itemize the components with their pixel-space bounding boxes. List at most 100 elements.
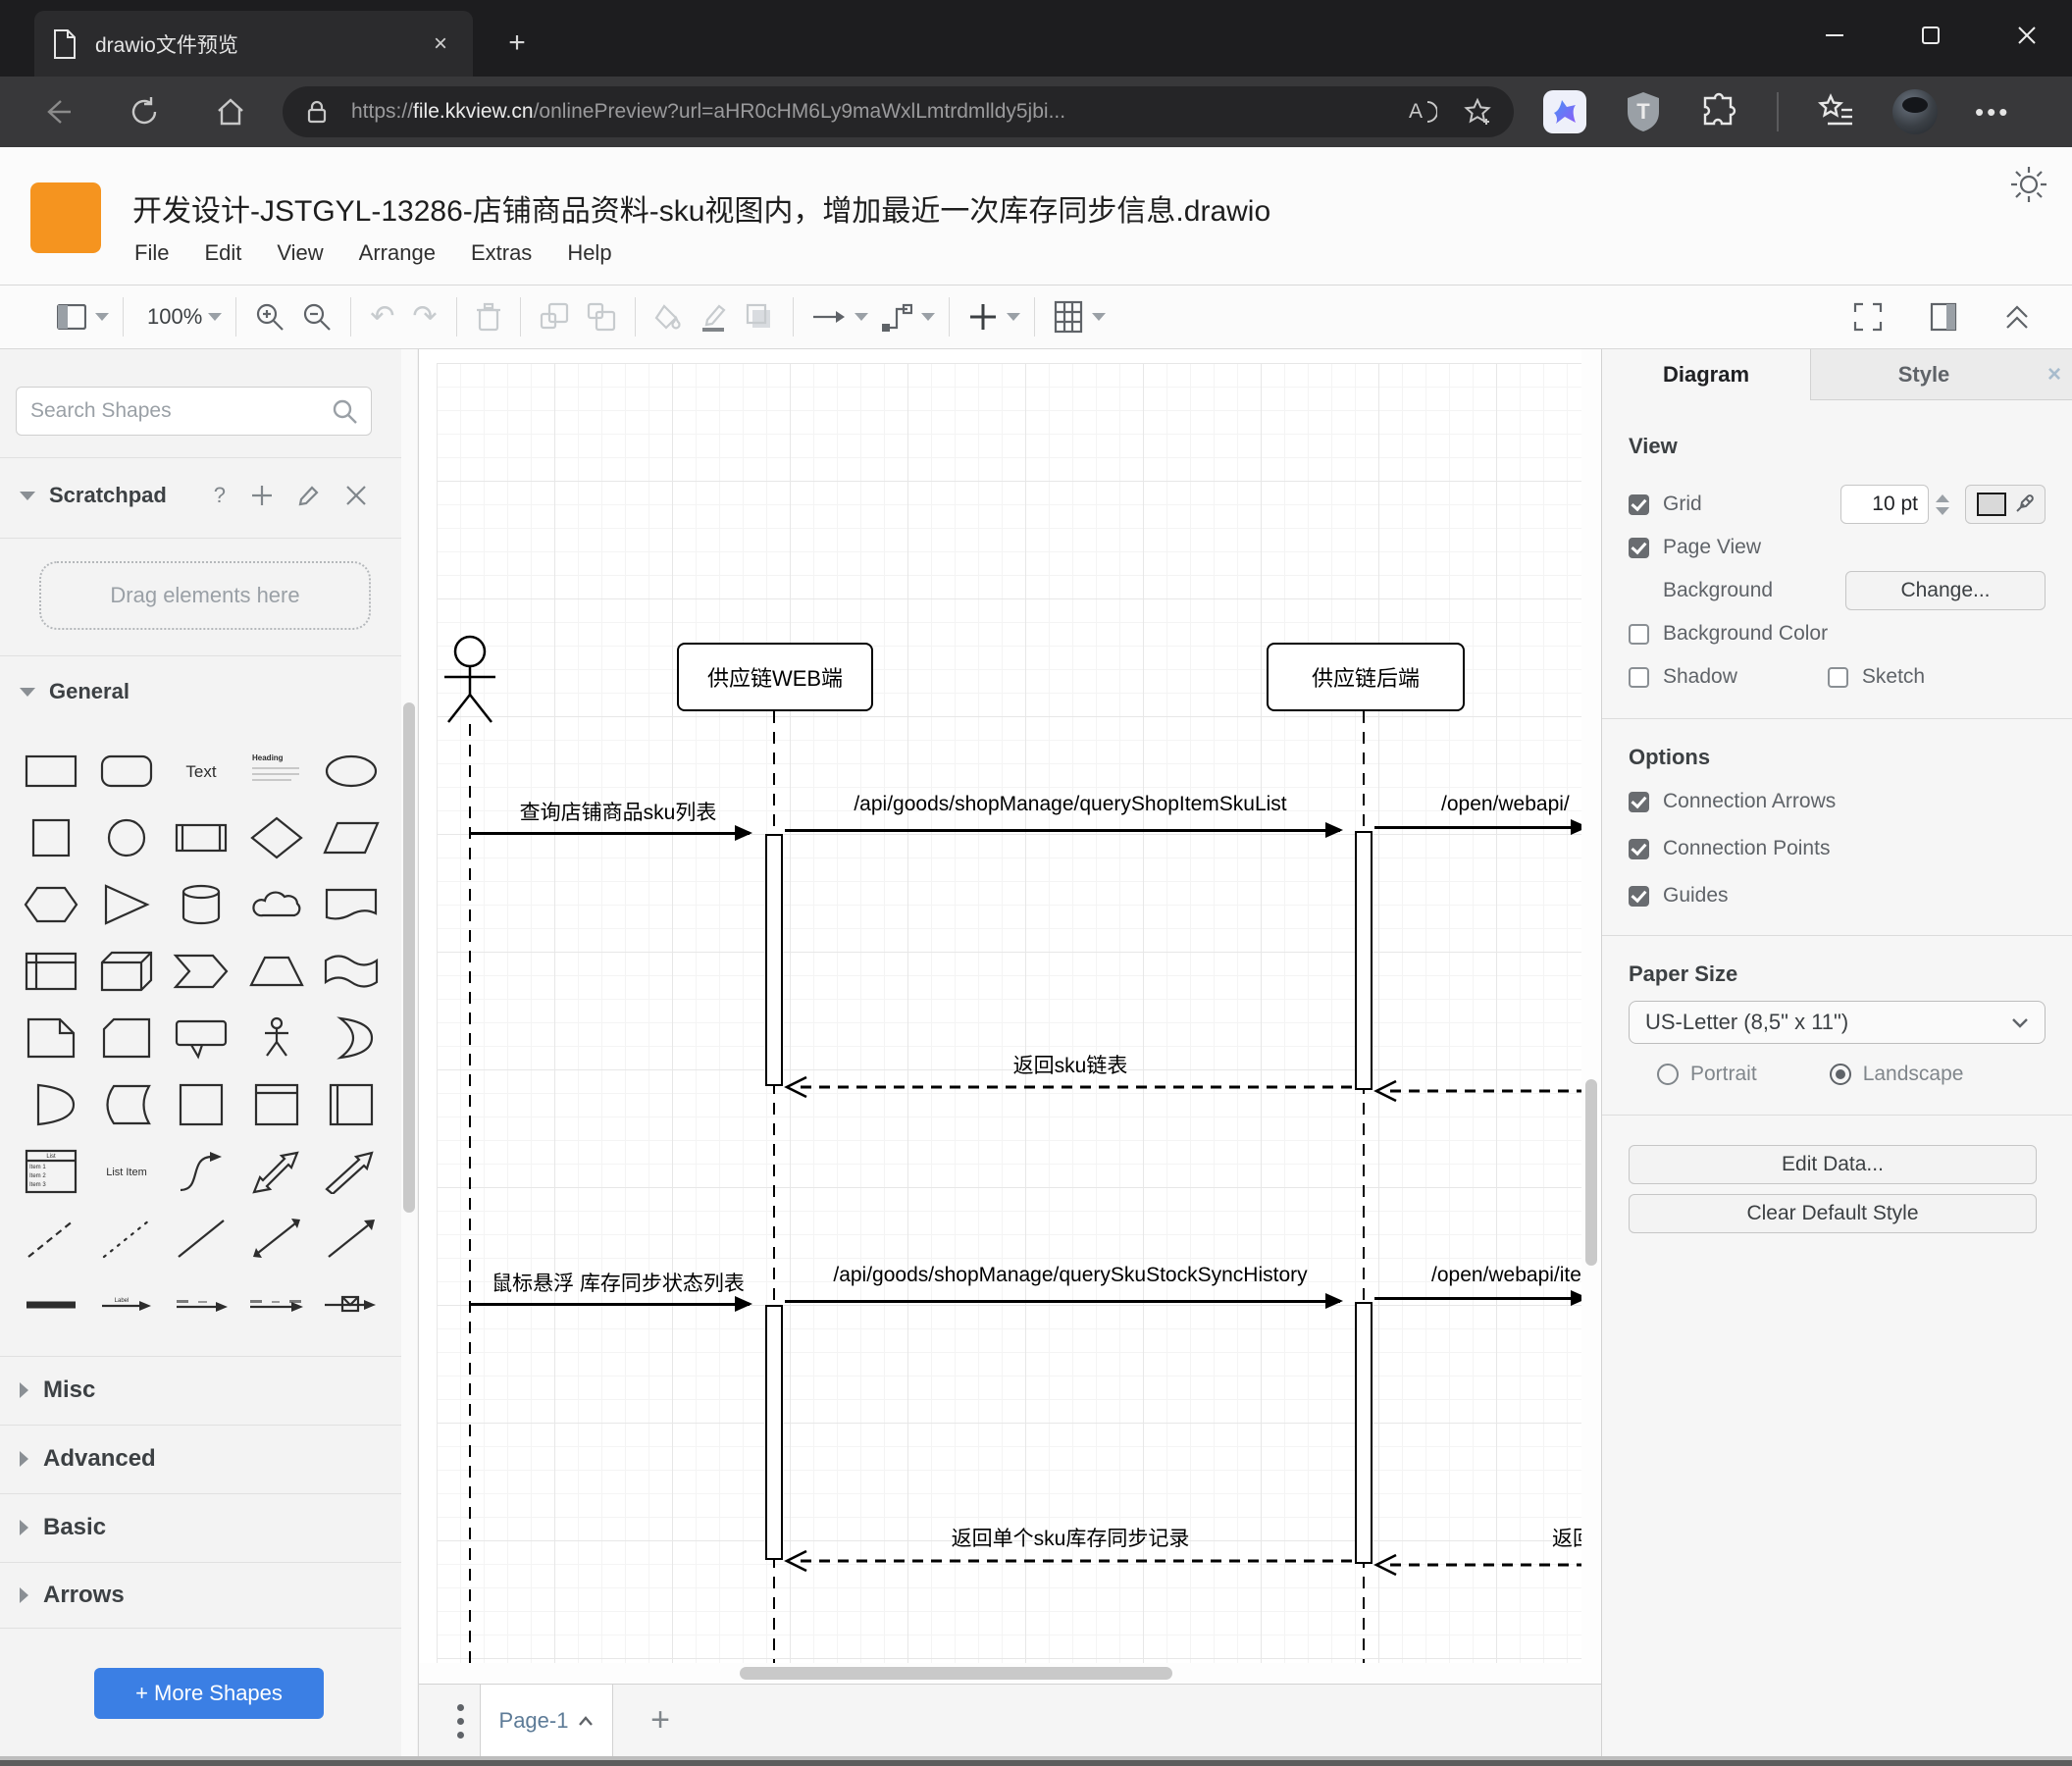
- table-icon[interactable]: [1054, 300, 1083, 334]
- shape-card[interactable]: [91, 1005, 162, 1071]
- sidebar-scrollbar-thumb[interactable]: [403, 702, 415, 1213]
- shape-ellipse[interactable]: [316, 738, 387, 805]
- view-panels-caret-icon[interactable]: [95, 313, 109, 321]
- change-background-button[interactable]: Change...: [1845, 571, 2046, 610]
- activation-bar[interactable]: [765, 1305, 783, 1560]
- panel-close-icon[interactable]: ×: [2037, 349, 2072, 400]
- shape-parallelogram[interactable]: [316, 805, 387, 871]
- message-arrow[interactable]: [785, 822, 1343, 838]
- fill-color-icon[interactable]: [654, 302, 682, 332]
- favorite-star-icon[interactable]: [1463, 97, 1492, 127]
- browser-menu-icon[interactable]: •••: [1975, 97, 2010, 128]
- menu-view[interactable]: View: [277, 240, 323, 266]
- sketch-checkbox[interactable]: [1827, 666, 1848, 688]
- menu-file[interactable]: File: [134, 240, 169, 266]
- shape-note[interactable]: [16, 1005, 86, 1071]
- pages-menu-icon[interactable]: [440, 1698, 480, 1743]
- shape-actor[interactable]: [241, 1005, 312, 1071]
- zoom-level[interactable]: 100%: [147, 304, 202, 330]
- lifeline-actor[interactable]: [469, 724, 471, 1663]
- theme-sun-icon[interactable]: [2009, 165, 2048, 204]
- page-tab[interactable]: Page-1: [480, 1685, 613, 1756]
- connection-arrows-checkbox[interactable]: [1629, 791, 1649, 812]
- canvas-horizontal-scrollbar-thumb[interactable]: [740, 1667, 1172, 1680]
- tab-style[interactable]: Style: [1811, 349, 2037, 400]
- connection-points-checkbox[interactable]: [1629, 838, 1649, 859]
- window-maximize-button[interactable]: [1903, 8, 1958, 63]
- url-bar[interactable]: https://file.kkview.cn/onlinePreview?url…: [283, 86, 1514, 137]
- add-page-button[interactable]: +: [639, 1698, 682, 1743]
- shape-list[interactable]: List Item 1 Item 2 Item 3: [16, 1138, 86, 1205]
- menu-help[interactable]: Help: [567, 240, 611, 266]
- message-arrow[interactable]: [1374, 819, 1588, 835]
- return-arrow[interactable]: [783, 1549, 1357, 1573]
- shape-labeled-arrow[interactable]: Label: [91, 1272, 162, 1338]
- insert-caret-icon[interactable]: [1006, 313, 1020, 321]
- section-basic[interactable]: Basic: [0, 1493, 402, 1560]
- shape-cube[interactable]: [91, 938, 162, 1005]
- grid-size-stepper[interactable]: [1932, 485, 1953, 524]
- section-general[interactable]: General: [0, 673, 402, 710]
- read-aloud-icon[interactable]: A: [1409, 100, 1437, 124]
- window-minimize-button[interactable]: [1807, 8, 1862, 63]
- waypoints-icon[interactable]: [881, 301, 912, 333]
- guides-checkbox[interactable]: [1629, 885, 1649, 907]
- activation-bar[interactable]: [1355, 831, 1373, 1090]
- tampermonkey-shield-icon[interactable]: T: [1624, 90, 1663, 133]
- edit-data-button[interactable]: Edit Data...: [1629, 1145, 2037, 1184]
- extensions-puzzle-icon[interactable]: [1700, 92, 1739, 131]
- shape-bidirectional-connector[interactable]: [241, 1205, 312, 1272]
- undo-icon[interactable]: ↶: [370, 302, 394, 332]
- shape-step[interactable]: [166, 938, 236, 1005]
- shape-cloud[interactable]: [241, 871, 312, 938]
- message-arrow[interactable]: [785, 1293, 1343, 1309]
- scratchpad-edit-icon[interactable]: [298, 485, 320, 506]
- shape-internal-storage[interactable]: [16, 938, 86, 1005]
- shape-cylinder[interactable]: [166, 871, 236, 938]
- shape-square[interactable]: [16, 805, 86, 871]
- section-arrows[interactable]: Arrows: [0, 1562, 402, 1629]
- collapse-icon[interactable]: [2004, 303, 2030, 331]
- shape-source-label-arrow[interactable]: [166, 1272, 236, 1338]
- collections-icon[interactable]: [1816, 92, 1855, 131]
- connection-caret-icon[interactable]: [854, 313, 868, 321]
- return-arrow[interactable]: [1373, 1079, 1584, 1103]
- fullscreen-icon[interactable]: [1853, 302, 1883, 332]
- return-arrow[interactable]: [1373, 1553, 1584, 1577]
- section-misc[interactable]: Misc: [0, 1356, 402, 1423]
- browser-tab[interactable]: drawio文件预览 ×: [34, 11, 473, 77]
- shape-dotted-line[interactable]: [91, 1205, 162, 1272]
- tab-diagram[interactable]: Diagram: [1602, 349, 1811, 400]
- grid-checkbox[interactable]: [1629, 493, 1649, 515]
- shape-trapezoid[interactable]: [241, 938, 312, 1005]
- shape-document[interactable]: [316, 871, 387, 938]
- avatar[interactable]: [1892, 89, 1938, 134]
- shape-directional-connector[interactable]: [316, 1205, 387, 1272]
- activation-bar[interactable]: [765, 834, 783, 1086]
- shape-rounded-rectangle[interactable]: [91, 738, 162, 805]
- thunder-extension-icon[interactable]: [1543, 90, 1586, 133]
- shape-triangle[interactable]: [91, 871, 162, 938]
- shape-arrow-outline[interactable]: [316, 1138, 387, 1205]
- portrait-radio[interactable]: [1657, 1064, 1679, 1085]
- shadow-icon[interactable]: [745, 302, 774, 332]
- scratchpad-header[interactable]: Scratchpad ?: [0, 473, 402, 518]
- scratchpad-help-icon[interactable]: ?: [214, 483, 226, 508]
- message-label[interactable]: 查询店铺商品sku列表: [476, 797, 760, 826]
- line-color-icon[interactable]: [699, 302, 727, 332]
- section-advanced[interactable]: Advanced: [0, 1425, 402, 1491]
- to-front-icon[interactable]: [540, 302, 569, 332]
- zoom-out-icon[interactable]: [302, 302, 332, 332]
- scratchpad-dropzone[interactable]: Drag elements here: [39, 561, 371, 630]
- shape-container[interactable]: [166, 1071, 236, 1138]
- tab-close-icon[interactable]: ×: [426, 30, 455, 58]
- shape-circle[interactable]: [91, 805, 162, 871]
- menu-extras[interactable]: Extras: [471, 240, 532, 266]
- shape-diamond[interactable]: [241, 805, 312, 871]
- shape-callout[interactable]: [166, 1005, 236, 1071]
- shape-process[interactable]: [166, 805, 236, 871]
- background-color-checkbox[interactable]: [1629, 623, 1649, 645]
- shape-horizontal-container[interactable]: [316, 1071, 387, 1138]
- participant-backend[interactable]: 供应链后端: [1267, 643, 1465, 711]
- message-label[interactable]: /open/webapi/: [1441, 793, 1570, 816]
